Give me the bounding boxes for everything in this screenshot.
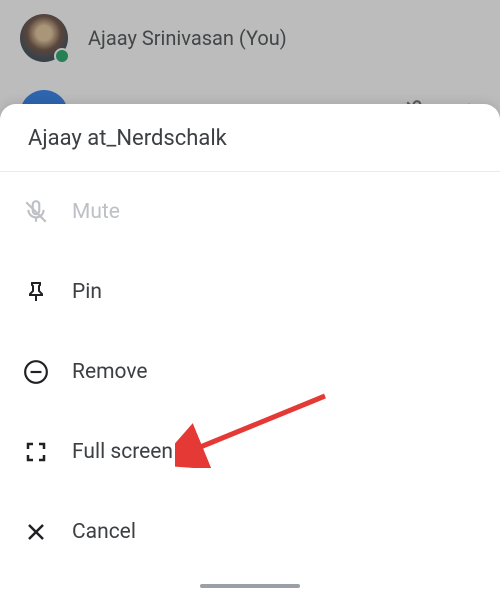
mute-icon <box>22 198 50 226</box>
menu-label: Pin <box>72 280 102 304</box>
cancel-option[interactable]: Cancel <box>0 492 500 572</box>
menu-label: Cancel <box>72 520 136 544</box>
pin-option[interactable]: Pin <box>0 252 500 332</box>
fullscreen-icon <box>22 438 50 466</box>
drag-handle[interactable] <box>200 584 300 588</box>
pin-icon <box>22 278 50 306</box>
menu-label: Full screen <box>72 440 173 464</box>
remove-icon <box>22 358 50 386</box>
action-bottom-sheet: Ajaay at_Nerdschalk Mute Pin <box>0 104 500 598</box>
mute-option: Mute <box>0 172 500 252</box>
close-icon <box>22 518 50 546</box>
fullscreen-option[interactable]: Full screen <box>0 412 500 492</box>
remove-option[interactable]: Remove <box>0 332 500 412</box>
menu-label: Mute <box>72 200 120 224</box>
menu-label: Remove <box>72 360 148 384</box>
sheet-title: Ajaay at_Nerdschalk <box>0 104 500 172</box>
